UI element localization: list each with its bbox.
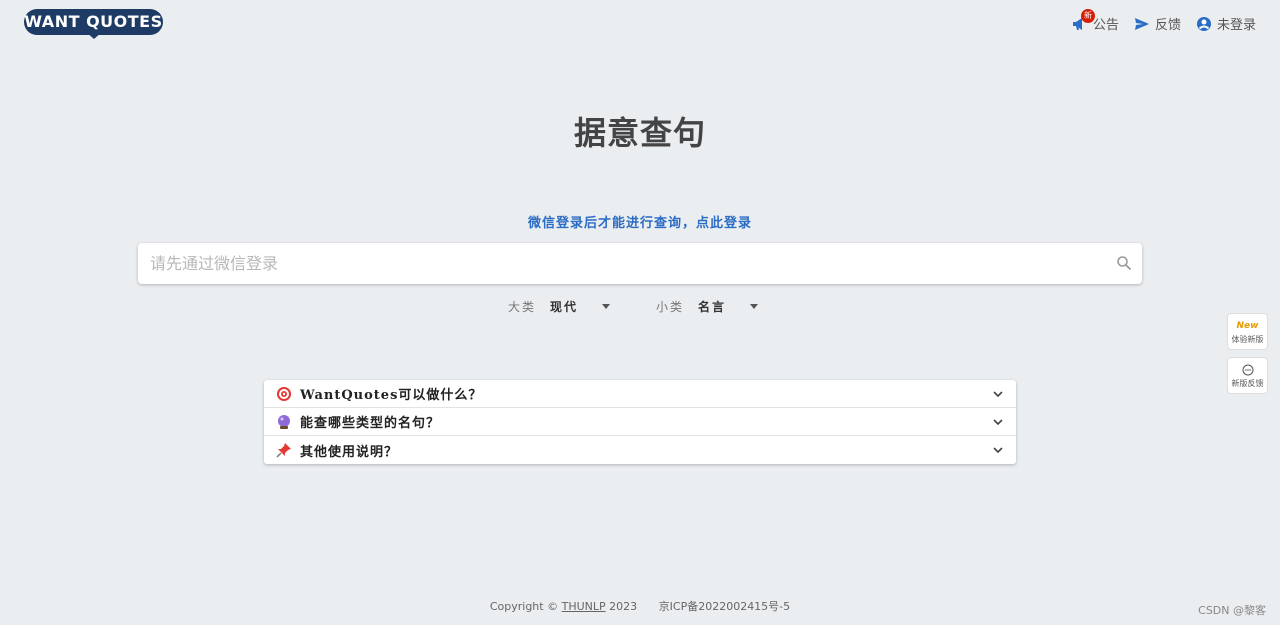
try-new-version-button[interactable]: New 体验新版 (1227, 313, 1268, 350)
copyright-prefix: Copyright © (489, 600, 559, 613)
pushpin-icon (276, 442, 292, 458)
send-icon (1133, 15, 1151, 33)
minor-category-value: 名言 (698, 300, 727, 314)
faq-question: 能查哪些类型的名句？ (300, 416, 441, 431)
search-box (138, 243, 1142, 284)
wechat-login-link[interactable]: 微信登录后才能进行查询，点此登录 (0, 212, 1280, 231)
new-badge: 新 (1080, 8, 1095, 23)
target-icon (276, 386, 292, 402)
search-input[interactable] (138, 243, 1142, 284)
footer: Copyright © THUNLP 2023 京ICP备2022002415号… (0, 598, 1280, 614)
try-new-version-label: 体验新版 (1231, 335, 1264, 344)
faq-item-types[interactable]: 能查哪些类型的名句？ (264, 408, 1016, 436)
new-version-feedback-label: 新版反馈 (1231, 379, 1264, 388)
header-nav: 新 公告 反馈 未登录 (1071, 8, 1256, 33)
announcement-link[interactable]: 新 公告 (1071, 8, 1119, 33)
faq-question: 其他使用说明？ (300, 444, 399, 460)
crystal-ball-icon (276, 414, 292, 430)
caret-down-icon (750, 304, 759, 309)
chat-bubble-icon (1228, 364, 1267, 376)
watermark: CSDN @黎客 (1198, 604, 1266, 617)
caret-down-icon (602, 304, 611, 309)
copyright-year: 2023 (609, 600, 638, 613)
feedback-label: 反馈 (1154, 18, 1181, 33)
chevron-down-icon (993, 418, 1003, 425)
major-category-value: 现代 (550, 300, 579, 314)
megaphone-icon: 新 (1071, 8, 1095, 33)
feedback-link[interactable]: 反馈 (1133, 14, 1181, 33)
faq-accordion: WantQuotes可以做什么？ 能查哪些类型的名句？ 其他使用说明？ (264, 380, 1016, 464)
login-status-link[interactable]: 未登录 (1195, 14, 1256, 33)
faq-item-what[interactable]: WantQuotes可以做什么？ (264, 380, 1016, 408)
minor-category-select[interactable]: 小类 名言 (656, 298, 759, 315)
login-status-label: 未登录 (1216, 18, 1256, 33)
logo-tail (86, 32, 102, 39)
icp-record[interactable]: 京ICP备2022002415号-5 (659, 600, 791, 613)
announcement-label: 公告 (1092, 18, 1119, 33)
faq-question: WantQuotes可以做什么？ (300, 388, 483, 403)
faq-item-other[interactable]: 其他使用说明？ (264, 436, 1016, 464)
major-category-label: 大类 (508, 300, 537, 314)
major-category-select[interactable]: 大类 现代 (508, 298, 611, 315)
new-version-feedback-button[interactable]: 新版反馈 (1227, 357, 1268, 394)
chevron-down-icon (993, 390, 1003, 397)
minor-category-label: 小类 (656, 300, 685, 314)
chevron-down-icon (993, 447, 1003, 454)
user-circle-icon (1195, 15, 1213, 33)
category-filters: 大类 现代 小类 名言 (508, 298, 759, 315)
page-title: 据意查句 (573, 114, 706, 152)
thunlp-link[interactable]: THUNLP (562, 600, 606, 613)
new-tag-icon: New (1236, 321, 1259, 331)
search-icon[interactable] (1116, 255, 1132, 271)
